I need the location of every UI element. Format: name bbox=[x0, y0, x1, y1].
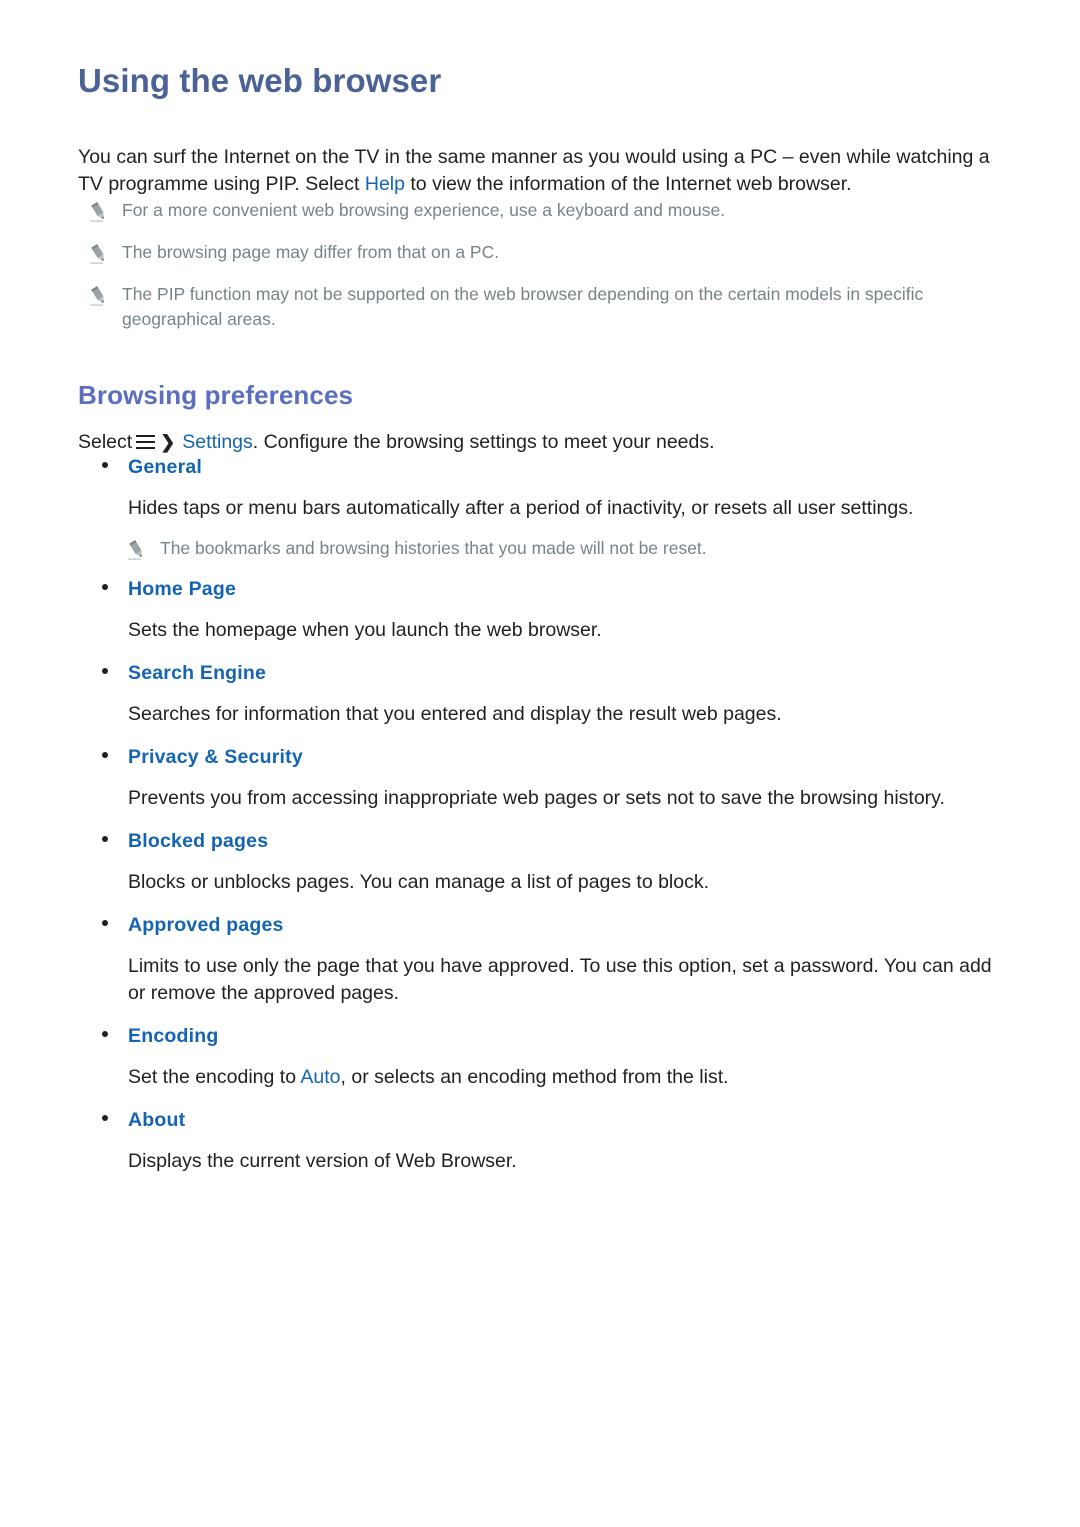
section-title: Browsing preferences bbox=[78, 380, 354, 410]
pencil-icon bbox=[88, 286, 108, 308]
setting-label-home-page[interactable]: Home Page bbox=[128, 578, 236, 601]
help-link[interactable]: Help bbox=[365, 173, 405, 195]
setting-label-approved-pages[interactable]: Approved pages bbox=[128, 914, 284, 937]
bullet-dot-icon bbox=[102, 462, 108, 468]
bullet-dot-icon bbox=[102, 836, 108, 842]
section-lead-paragraph: Select ❯ Settings. Configure the browsing … bbox=[78, 429, 1002, 456]
note-text: The PIP function may not be supported on… bbox=[122, 284, 924, 329]
bullet-dot-icon bbox=[102, 1031, 108, 1037]
setting-label-general[interactable]: General bbox=[128, 456, 202, 479]
setting-description: Hides taps or menu bars automatically af… bbox=[128, 497, 914, 519]
setting-label-blocked-pages[interactable]: Blocked pages bbox=[128, 830, 268, 853]
auto-value-link[interactable]: Auto bbox=[300, 1066, 340, 1088]
note-text: The browsing page may differ from that o… bbox=[122, 242, 500, 262]
note-item: The bookmarks and browsing histories tha… bbox=[78, 536, 1002, 562]
encoding-text-before: Set the encoding to bbox=[128, 1066, 301, 1088]
list-item[interactable]: Approved pages bbox=[78, 914, 1002, 937]
hamburger-menu-icon[interactable] bbox=[136, 435, 156, 449]
note-text: The bookmarks and browsing histories tha… bbox=[160, 538, 707, 558]
list-item[interactable]: Search Engine bbox=[78, 662, 1002, 685]
note-item: The PIP function may not be supported on… bbox=[78, 282, 1002, 332]
list-item[interactable]: General bbox=[78, 456, 1002, 479]
bullet-dot-icon bbox=[102, 752, 108, 758]
setting-label-search-engine[interactable]: Search Engine bbox=[128, 662, 266, 685]
encoding-text-after: , or selects an encoding method from the… bbox=[340, 1066, 729, 1088]
list-item[interactable]: About bbox=[78, 1109, 1002, 1132]
setting-label-about[interactable]: About bbox=[128, 1109, 185, 1132]
setting-description: Sets the homepage when you launch the we… bbox=[128, 619, 602, 641]
intro-paragraph: You can surf the Internet on the TV in t… bbox=[78, 144, 1002, 198]
settings-link[interactable]: Settings bbox=[182, 431, 252, 453]
chevron-right-icon: ❯ bbox=[160, 432, 176, 452]
note-text: For a more convenient web browsing exper… bbox=[122, 200, 726, 220]
pencil-icon bbox=[126, 540, 146, 562]
note-item: For a more convenient web browsing exper… bbox=[78, 198, 1002, 224]
list-item[interactable]: Privacy & Security bbox=[78, 746, 1002, 769]
note-item: The browsing page may differ from that o… bbox=[78, 240, 1002, 266]
setting-description: Displays the current version of Web Brow… bbox=[128, 1150, 517, 1172]
setting-description: Limits to use only the page that you hav… bbox=[128, 955, 992, 1004]
document-page: Using the web browser You can surf the I… bbox=[0, 0, 1080, 1527]
setting-label-encoding[interactable]: Encoding bbox=[128, 1025, 218, 1048]
setting-description: Blocks or unblocks pages. You can manage… bbox=[128, 871, 710, 893]
bullet-dot-icon bbox=[102, 1115, 108, 1121]
list-item[interactable]: Encoding bbox=[78, 1025, 1002, 1048]
bullet-dot-icon bbox=[102, 668, 108, 674]
section-lead-suffix: . Configure the browsing settings to mee… bbox=[252, 431, 715, 453]
list-item[interactable]: Blocked pages bbox=[78, 830, 1002, 853]
select-label: Select bbox=[78, 431, 133, 453]
pencil-icon bbox=[88, 244, 108, 266]
setting-description: Searches for information that you entere… bbox=[128, 703, 782, 725]
setting-label-privacy-security[interactable]: Privacy & Security bbox=[128, 746, 303, 769]
setting-description: Set the encoding to Auto, or selects an … bbox=[78, 1064, 1002, 1091]
pencil-icon bbox=[88, 202, 108, 224]
bullet-dot-icon bbox=[102, 584, 108, 590]
bullet-dot-icon bbox=[102, 920, 108, 926]
setting-description: Prevents you from accessing inappropriat… bbox=[128, 787, 945, 809]
list-item[interactable]: Home Page bbox=[78, 578, 1002, 601]
page-title: Using the web browser bbox=[78, 62, 442, 99]
intro-text-after-link: to view the information of the Internet … bbox=[404, 173, 852, 195]
